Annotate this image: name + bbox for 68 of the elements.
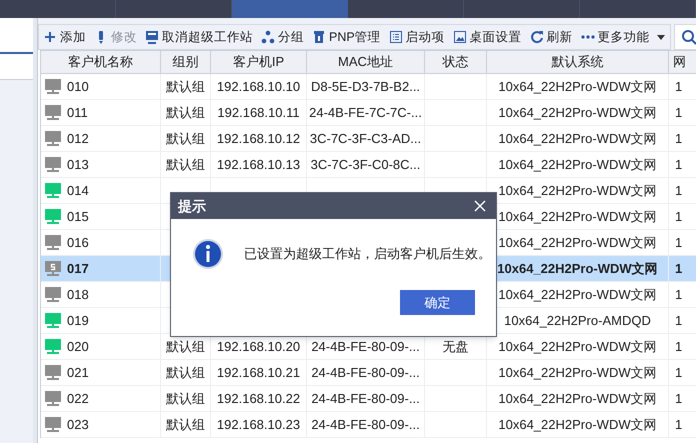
table-cell-text: 010 xyxy=(67,78,89,96)
table-cell-text: 015 xyxy=(67,208,89,226)
table-cell-text: 192.168.10.20 xyxy=(216,338,300,356)
table-cell-text: 3C-7C-3F-C3-AD... xyxy=(310,130,422,148)
table-cell-text: 10x64_22H2Pro-WDW文网 xyxy=(498,130,657,148)
table-cell-text: 默认组 xyxy=(166,416,205,434)
table-cell-text: 10x64_22H2Pro-WDW文网 xyxy=(498,208,657,226)
table-cell-text: 1 xyxy=(675,338,682,356)
table-cell-text: 24-4B-FE-80-09-... xyxy=(311,364,420,382)
table-cell-text: 1 xyxy=(675,182,682,200)
table-cell-text: 019 xyxy=(67,312,89,330)
table-cell-text: 192.168.10.12 xyxy=(216,130,300,148)
table-cell-text: 默认组 xyxy=(166,364,205,382)
table-cell-text: 017 xyxy=(67,260,89,278)
table-cell-text: 013 xyxy=(67,156,89,174)
table-cell-text: 192.168.10.10 xyxy=(216,78,300,96)
table-cell-text: 10x64_22H2Pro-WDW文网 xyxy=(498,156,657,174)
table-cell-text: 10x64_22H2Pro-WDW文网 xyxy=(498,338,657,356)
table-cell-text: 1 xyxy=(675,312,682,330)
table-cell-text: 192.168.10.11 xyxy=(217,104,300,122)
table-cell-text: 10x64_22H2Pro-WDW文网 xyxy=(498,416,657,434)
table-cell-text: 3C-7C-3F-C0-8C... xyxy=(310,156,420,174)
table-cell-text: 1 xyxy=(675,416,682,434)
table-cell-text: D8-5E-D3-7B-B2... xyxy=(310,78,420,96)
table-cell-text: 10x64_22H2Pro-WDW文网 xyxy=(498,286,657,304)
table-cell-text: 10x64_22H2Pro-WDW文网 xyxy=(498,182,657,200)
table-cell-text: 1 xyxy=(675,78,682,96)
table-cell-text: 192.168.10.13 xyxy=(216,156,300,174)
table-cell-text: 1 xyxy=(675,234,682,252)
table-cell-text: 1 xyxy=(675,286,682,304)
table-cell-text: 023 xyxy=(67,416,89,434)
table-cell-text: 011 xyxy=(67,104,88,122)
table-cell-text: 192.168.10.22 xyxy=(216,390,300,408)
table-cell-text: 默认组 xyxy=(166,104,205,122)
table-cell-text: 10x64_22H2Pro-WDW文网 xyxy=(498,390,657,408)
table-cell-text: 10x64_22H2Pro-WDW文网 xyxy=(498,364,657,382)
table-cell-text: 24-4B-FE-80-09-... xyxy=(311,390,420,408)
table-cell-text: 24-4B-FE-80-09-... xyxy=(311,416,420,434)
table-cell-text: 10x64_22H2Pro-WDW文网 xyxy=(498,78,657,96)
table-cell-text: 默认组 xyxy=(166,130,205,148)
table-cell-text: 1 xyxy=(675,260,682,278)
table-cell-text: 默认组 xyxy=(166,156,205,174)
table-cell-text: 10x64_22H2Pro-WDW文网 xyxy=(497,260,658,278)
table-cell-text: 10x64_22H2Pro-WDW文网 xyxy=(498,104,657,122)
table-cell-text: 10x64_22H2Pro-WDW文网 xyxy=(498,234,657,252)
table-cell-text: 默认组 xyxy=(166,78,205,96)
table-cell-text: 192.168.10.23 xyxy=(216,416,300,434)
table-cell-text: 无盘 xyxy=(442,338,468,356)
table-cell-text: 1 xyxy=(675,156,682,174)
table-cell-text: 1 xyxy=(675,364,682,382)
table-cell-text: 022 xyxy=(67,390,89,408)
table-cell-text: 24-4B-FE-80-09-... xyxy=(311,338,420,356)
table-cell-text: 1 xyxy=(675,130,682,148)
table-cell-text: 默认组 xyxy=(166,338,205,356)
table-cell-text: 012 xyxy=(67,130,89,148)
table-cell-text: 10x64_22H2Pro-AMDQD xyxy=(504,312,651,330)
table-cell-text: 1 xyxy=(675,390,682,408)
table-cell-text: 016 xyxy=(67,234,89,252)
table-cell-text: 默认组 xyxy=(166,390,205,408)
table-cell-text: 24-4B-FE-7C-7C-... xyxy=(309,104,422,122)
table-cell-text: 014 xyxy=(67,182,89,200)
table-cell-text: 018 xyxy=(67,286,89,304)
table-cell-text: 1 xyxy=(675,104,682,122)
table-cell-text: 1 xyxy=(675,208,682,226)
dialog-message: 已设置为超级工作站，启动客户机后生效。 xyxy=(244,245,491,264)
table-cell-text: 192.168.10.21 xyxy=(216,364,300,382)
table-cell-text: 021 xyxy=(67,364,89,382)
table-cell-text: 020 xyxy=(67,338,89,356)
